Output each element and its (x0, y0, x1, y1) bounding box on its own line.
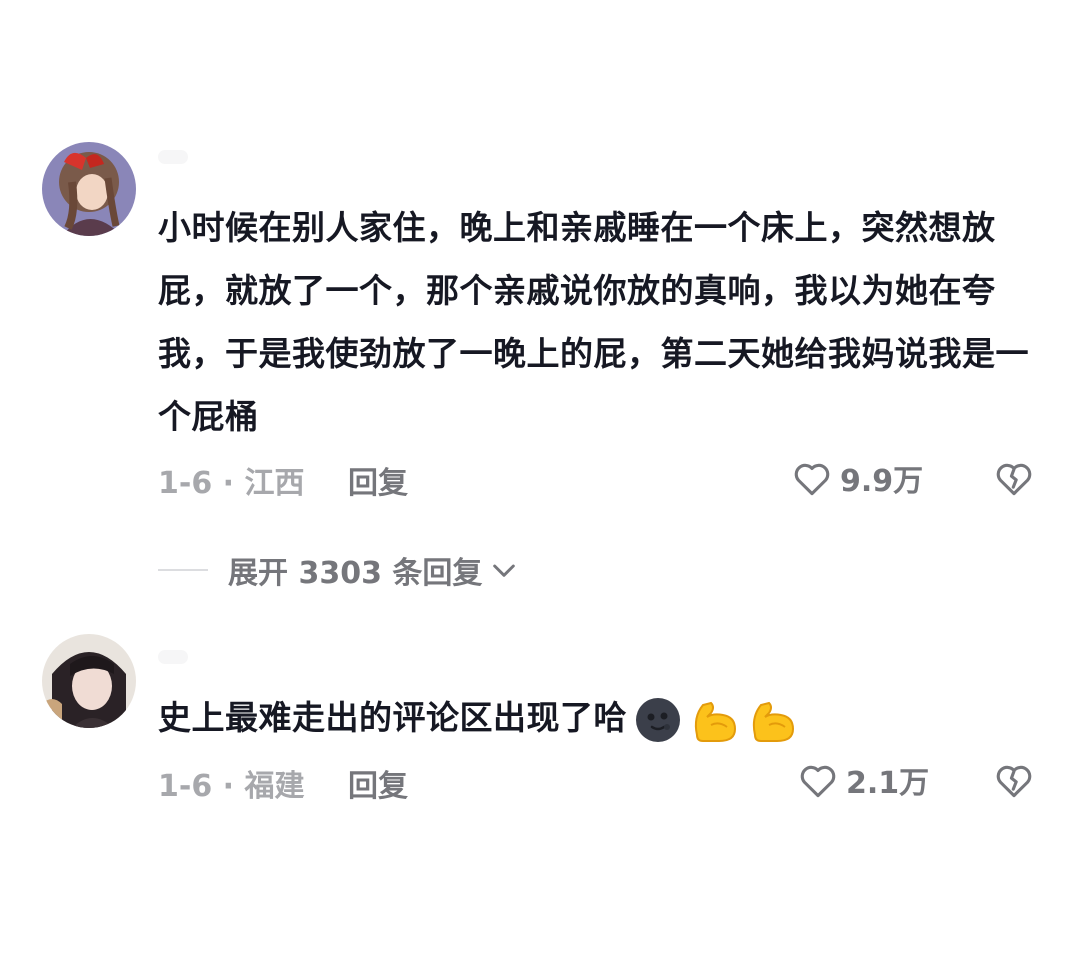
avatar-image (42, 142, 136, 236)
reply-button[interactable]: 回复 (348, 458, 408, 502)
username-placeholder (158, 150, 188, 164)
broken-heart-outline-icon (996, 765, 1032, 798)
comment-meta: 1-6 · 江西 (158, 466, 305, 501)
avatar-image (42, 634, 136, 728)
dislike-button[interactable] (992, 758, 1036, 806)
comment-text: 小时候在别人家住，晚上和亲戚睡在一个床上，突然想放屁，就放了一个，那个亲戚说你放… (158, 208, 1029, 436)
reply-button[interactable]: 回复 (348, 761, 408, 805)
dark-moon-face-icon (636, 697, 680, 742)
username-placeholder (158, 650, 188, 664)
expand-replies-label: 展开 3303 条回复 (228, 556, 483, 591)
dislike-button[interactable] (992, 456, 1036, 504)
chevron-down-icon (493, 564, 516, 577)
divider (158, 569, 208, 571)
like-count: 2.1万 (846, 766, 930, 801)
heart-outline-icon (794, 463, 830, 496)
like-button[interactable]: 2.1万 (796, 758, 929, 802)
comment-meta: 1-6 · 福建 (158, 769, 305, 804)
heart-outline-icon (800, 765, 836, 798)
avatar[interactable] (42, 142, 136, 236)
avatar[interactable] (42, 634, 136, 728)
broken-heart-outline-icon (996, 463, 1032, 496)
comment-text-content: 史上最难走出的评论区出现了哈 (158, 698, 627, 737)
like-button[interactable]: 9.9万 (790, 456, 923, 500)
flexed-biceps-icon (752, 701, 795, 742)
like-count: 9.9万 (840, 464, 924, 499)
comment-text: 史上最难走出的评论区出现了哈 (158, 686, 1038, 749)
flexed-biceps-icon (694, 701, 737, 742)
expand-replies-button[interactable]: 展开 3303 条回复 (158, 548, 520, 592)
